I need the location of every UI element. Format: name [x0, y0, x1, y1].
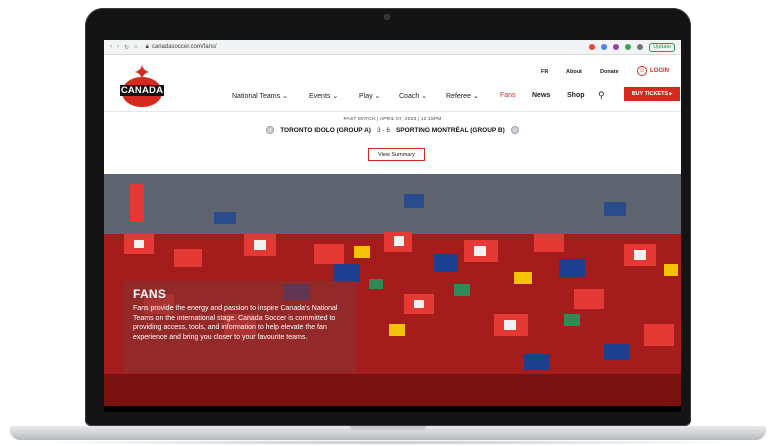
extension-icon[interactable]: [613, 44, 620, 50]
language-toggle[interactable]: FR: [541, 69, 548, 75]
view-summary-button[interactable]: View Summary: [368, 148, 425, 161]
home-icon[interactable]: ⌂: [134, 44, 138, 51]
fans-intro-card: FANS Fans provide the energy and passion…: [124, 281, 356, 373]
reload-icon[interactable]: ↻: [124, 44, 129, 51]
past-match-label: PAST MATCH | APRIL 07, 2023 | 12:15PM: [343, 117, 442, 122]
forward-icon[interactable]: ›: [117, 44, 119, 51]
away-team: SPORTING MONTRÉAL (GROUP B): [395, 126, 505, 134]
match-score: 3 - 6: [376, 126, 390, 134]
login-link[interactable]: ☺ LOGIN: [637, 66, 669, 76]
extensions-area: Update: [589, 42, 675, 52]
extension-icon[interactable]: [589, 44, 596, 50]
away-team-crest-icon: [510, 126, 519, 134]
hero-banner: FANS Fans provide the energy and passion…: [104, 174, 681, 412]
base-shadow: [30, 440, 746, 445]
hero-description: Fans provide the energy and passion to i…: [133, 305, 338, 341]
nav-coach[interactable]: Coach ⌄: [399, 92, 427, 100]
search-icon[interactable]: ⚲: [598, 90, 605, 101]
buy-tickets-button[interactable]: BUY TICKETS ▸: [624, 87, 680, 101]
nav-referee[interactable]: Referee ⌄: [446, 92, 479, 100]
hero-title: FANS: [133, 287, 167, 301]
match-scoreline[interactable]: TORONTO IDOLO (GROUP A) 3 - 6 SPORTING M…: [104, 126, 681, 134]
nav-national-teams[interactable]: National Teams ⌄: [232, 92, 288, 100]
update-button[interactable]: Update: [649, 42, 675, 52]
nav-shop[interactable]: Shop: [567, 92, 585, 99]
login-label: LOGIN: [650, 68, 669, 74]
webcam: [384, 14, 390, 20]
logo-wordmark: CANADA: [119, 85, 165, 96]
browser-toolbar: ‹ › ↻ ⌂ 🔒︎ canadasoccer.com/fans/ Update: [104, 40, 681, 55]
home-team: TORONTO IDOLO (GROUP A): [280, 126, 371, 134]
maple-leaf-icon: ✦: [132, 60, 152, 85]
extension-icon[interactable]: [625, 44, 632, 50]
puzzle-icon[interactable]: [637, 44, 644, 50]
laptop-base: [10, 426, 766, 440]
address-bar[interactable]: 🔒︎ canadasoccer.com/fans/: [146, 44, 217, 51]
back-icon[interactable]: ‹: [110, 44, 112, 51]
nav-fans[interactable]: Fans: [500, 92, 516, 99]
base-notch: [350, 426, 426, 432]
laptop-mockup: ‹ › ↻ ⌂ 🔒︎ canadasoccer.com/fans/ Update: [0, 0, 776, 446]
canada-soccer-logo[interactable]: ✦ CANADA: [116, 60, 168, 107]
browser-nav: ‹ › ↻ ⌂: [110, 44, 138, 51]
nav-news[interactable]: News: [532, 92, 550, 99]
laptop-screen: ‹ › ↻ ⌂ 🔒︎ canadasoccer.com/fans/ Update: [104, 40, 681, 412]
donate-link[interactable]: Donate: [600, 69, 619, 75]
nav-play[interactable]: Play ⌄: [359, 92, 380, 100]
extension-icon[interactable]: [601, 44, 608, 50]
screen-bottom-bezel: [104, 406, 681, 412]
home-team-crest-icon: [266, 126, 275, 134]
header-divider: [104, 111, 681, 112]
lock-icon: 🔒︎: [145, 43, 149, 50]
about-link[interactable]: About: [566, 69, 582, 75]
url-text[interactable]: canadasoccer.com/fans/: [152, 44, 217, 50]
nav-events[interactable]: Events ⌄: [309, 92, 338, 100]
user-icon: ☺: [637, 66, 647, 76]
